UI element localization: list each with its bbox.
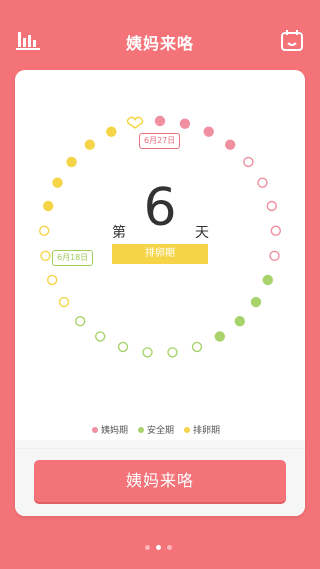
card-divider <box>15 448 305 449</box>
page-dot-1[interactable] <box>145 545 150 550</box>
page-dot-3[interactable] <box>167 545 172 550</box>
day-prefix: 第 <box>112 225 126 241</box>
legend-label-period: 姨妈期 <box>101 426 129 436</box>
cycle-day-dot[interactable] <box>66 156 77 168</box>
cycle-day-dot[interactable] <box>167 347 178 358</box>
cycle-day-dot[interactable] <box>84 139 96 150</box>
cycle-day-dot[interactable] <box>224 139 236 150</box>
cycle-day-dot[interactable] <box>243 156 254 168</box>
cycle-day-dot[interactable] <box>52 177 63 188</box>
cycle-day-dot[interactable] <box>40 250 51 262</box>
cycle-day-dot[interactable] <box>58 296 70 308</box>
cycle-day-dot[interactable] <box>179 118 191 129</box>
cycle-day-dot[interactable] <box>214 331 226 342</box>
legend-item-period: 姨妈期 <box>92 423 128 436</box>
page-indicator <box>145 545 172 550</box>
legend-label-safe: 安全期 <box>147 426 175 436</box>
cycle-day-dot[interactable] <box>117 341 129 353</box>
cycle-day-dot[interactable] <box>257 177 268 188</box>
day-suffix: 天 <box>195 225 209 241</box>
top-bar: 姨妈来咯 <box>0 0 320 80</box>
legend-dot-safe <box>138 426 145 433</box>
day-number: 6 <box>143 178 177 238</box>
cycle-day-dot[interactable] <box>191 341 203 353</box>
cycle-day-dot[interactable] <box>74 316 86 327</box>
cycle-day-dot[interactable] <box>154 115 166 127</box>
period-started-button[interactable]: 姨妈来咯 <box>34 460 286 502</box>
cycle-day-dot[interactable] <box>234 316 246 327</box>
legend: 姨妈期 安全期 排卵期 <box>92 423 220 436</box>
cycle-day-dot[interactable] <box>203 126 214 137</box>
cycle-day-dot[interactable] <box>47 274 58 286</box>
cycle-day-dot[interactable] <box>270 225 281 236</box>
current-date-tag: 6月18日 <box>52 250 94 266</box>
cycle-day-dot[interactable] <box>39 225 50 236</box>
phase-badge: 排卵期 <box>112 244 208 264</box>
cycle-day-dot[interactable] <box>269 250 280 262</box>
legend-item-ovulation: 排卵期 <box>184 423 220 436</box>
cycle-day-dot[interactable] <box>266 200 277 212</box>
cycle-day-dot[interactable] <box>142 347 153 358</box>
cycle-day-dot[interactable] <box>250 296 262 308</box>
legend-label-ovulation: 排卵期 <box>193 426 221 436</box>
page-dot-2[interactable] <box>156 545 161 550</box>
legend-dot-period <box>92 426 98 433</box>
legend-item-safe: 安全期 <box>138 423 174 436</box>
cycle-day-dot[interactable] <box>94 331 106 342</box>
cycle-day-dot[interactable] <box>262 274 273 286</box>
calendar-face-icon[interactable] <box>280 30 304 52</box>
legend-dot-ovulation <box>184 426 191 433</box>
page-title: 姨妈来咯 <box>125 34 194 53</box>
cycle-day-dot[interactable] <box>43 200 54 212</box>
cycle-day-dot[interactable] <box>106 126 117 137</box>
period-start-date-tag: 6月27日 <box>139 133 181 149</box>
